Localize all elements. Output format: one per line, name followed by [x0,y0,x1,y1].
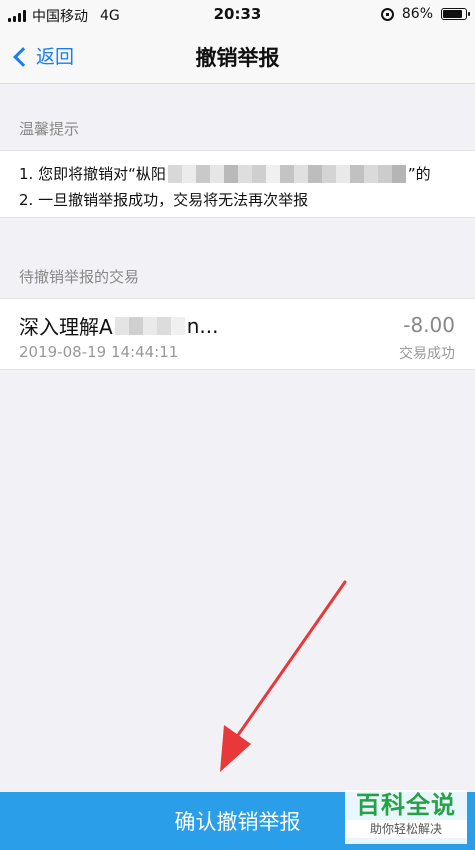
watermark-title: 百科全说 [356,791,456,819]
battery-icon [441,8,470,20]
transaction-name: 深入理解A n... [19,311,218,340]
transaction-date: 2019-08-19 14:44:11 [19,343,179,361]
arrow-shaft [234,580,347,740]
arrow-head [220,725,251,772]
watermark-subtitle: 助你轻松解决 [345,820,467,838]
transaction-status: 交易成功 [399,346,455,362]
page-title: 撤销举报 [195,46,280,70]
transaction-amount: -8.00 [403,313,455,337]
transaction-name-prefix: 深入理解A [19,315,113,339]
status-right: 86% [380,6,470,22]
navigation-bar: 返回 撤销举报 [0,30,475,84]
notice-line-2: 2. 一旦撤销举报成功，交易将无法再次举报 [19,191,309,209]
notice-line-1: 1. 您即将撤销对“枞阳 ”的 [19,161,456,187]
redacted-mosaic [114,316,185,335]
battery-percent: 86% [401,6,433,22]
transaction-name-suffix: n... [186,313,219,338]
transaction-item[interactable]: 深入理解A n... 2019-08-19 14:44:11 -8.00 交易成… [0,298,475,370]
notice-card: 1. 您即将撤销对“枞阳 ”的 2. 一旦撤销举报成功，交易将无法再次举报 [0,150,475,218]
battery-fill [443,10,462,18]
status-bar: 中国移动 4G 20:33 86% [0,0,475,30]
orientation-lock-icon [380,7,394,21]
notice-section-title: 温馨提示 [19,120,80,138]
watermark-logo: 百科全说 助你轻松解决 [345,790,467,844]
notice-line-1-suffix: ”的 [407,165,431,183]
pending-section-title: 待撤销举报的交易 [19,268,140,286]
confirm-revoke-label: 确认撤销举报 [174,810,301,834]
redacted-mosaic [167,165,406,183]
notice-line-1-prefix: 1. 您即将撤销对“枞阳 [19,165,166,183]
